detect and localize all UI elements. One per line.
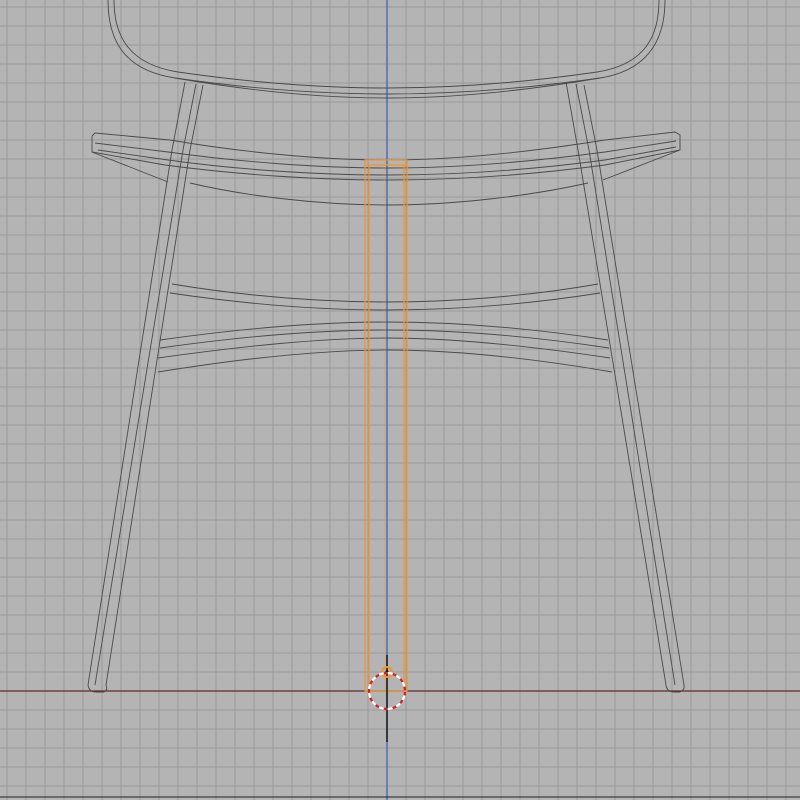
chair-wireframe[interactable]: [87, 0, 685, 693]
chair-leg-right[interactable]: [577, 149, 685, 693]
viewport-canvas[interactable]: [0, 0, 800, 800]
chair-leg-left[interactable]: [87, 149, 191, 693]
3d-viewport[interactable]: [0, 0, 800, 800]
